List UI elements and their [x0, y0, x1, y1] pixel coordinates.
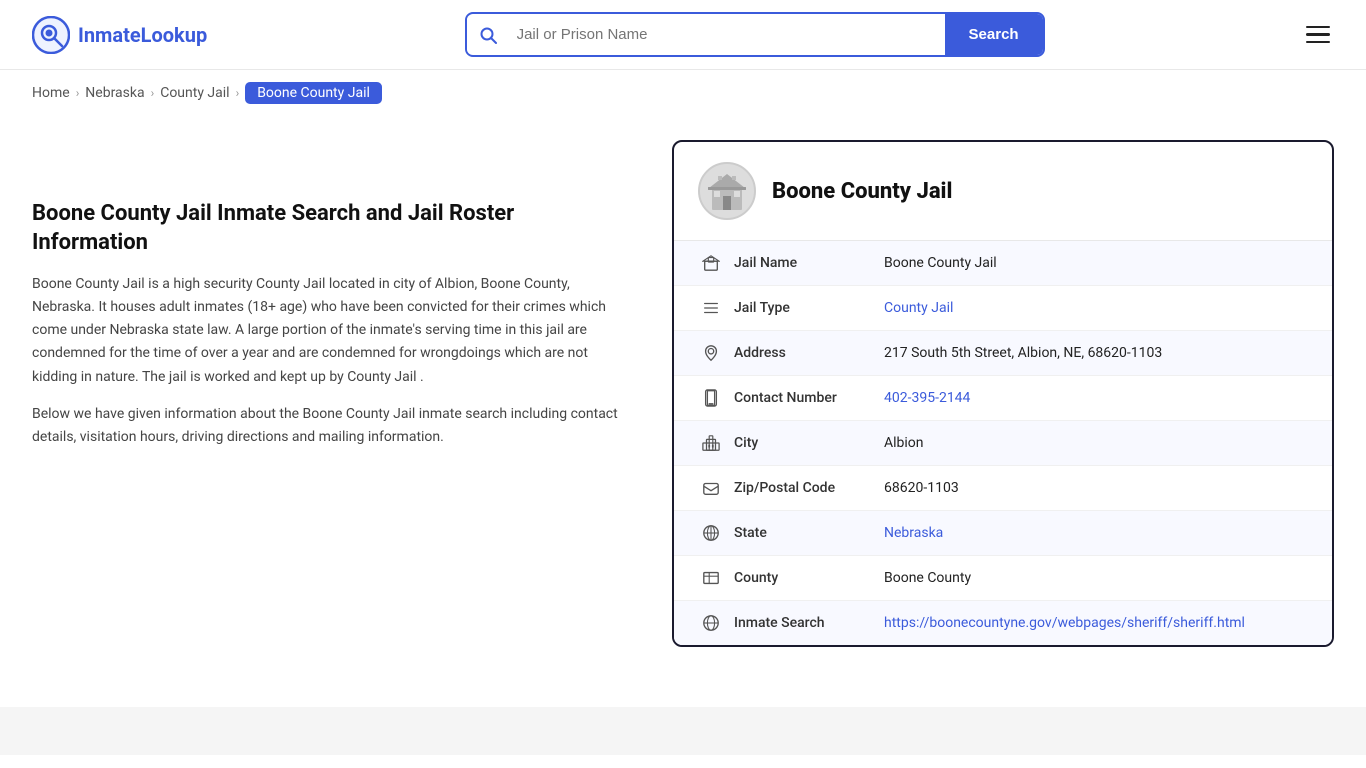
chevron-icon: ›	[76, 86, 80, 100]
row-label: Contact Number	[734, 390, 884, 406]
row-value: 68620-1103	[884, 480, 1308, 496]
search-area: Search	[465, 12, 1045, 57]
table-row: CityAlbion	[674, 421, 1332, 466]
row-label: County	[734, 570, 884, 586]
row-label: Address	[734, 345, 884, 361]
row-label: City	[734, 435, 884, 451]
table-row: Inmate Searchhttps://boonecountyne.gov/w…	[674, 601, 1332, 645]
card-title: Boone County Jail	[772, 179, 952, 204]
row-label: State	[734, 525, 884, 541]
table-row: Address217 South 5th Street, Albion, NE,…	[674, 331, 1332, 376]
table-row: Contact Number402-395-2144	[674, 376, 1332, 421]
row-value: Boone County	[884, 570, 1308, 586]
breadcrumb-home[interactable]: Home	[32, 85, 70, 101]
jail-building-icon	[704, 168, 750, 214]
description-para-2: Below we have given information about th…	[32, 403, 632, 449]
zip-icon	[698, 479, 724, 497]
county-icon	[698, 569, 724, 587]
row-value-link[interactable]: https://boonecountyne.gov/webpages/sheri…	[884, 615, 1245, 631]
globe-icon	[698, 524, 724, 542]
phone-icon	[698, 389, 724, 407]
location-icon	[698, 344, 724, 362]
breadcrumb: Home › Nebraska › County Jail › Boone Co…	[0, 70, 1366, 120]
row-label: Jail Type	[734, 300, 884, 316]
row-value: Nebraska	[884, 525, 1308, 541]
breadcrumb-current: Boone County Jail	[245, 82, 382, 104]
breadcrumb-state[interactable]: Nebraska	[85, 85, 144, 101]
list-icon	[698, 299, 724, 317]
logo-text: InmateLookup	[78, 23, 207, 47]
search-button[interactable]: Search	[945, 14, 1043, 55]
row-value: Boone County Jail	[884, 255, 1308, 271]
row-value: 217 South 5th Street, Albion, NE, 68620-…	[884, 345, 1308, 361]
table-row: CountyBoone County	[674, 556, 1332, 601]
row-label: Inmate Search	[734, 615, 884, 631]
search-wrapper: Search	[465, 12, 1045, 57]
main-content: Boone County Jail Inmate Search and Jail…	[0, 120, 1366, 687]
row-label: Zip/Postal Code	[734, 480, 884, 496]
chevron-icon: ›	[151, 86, 155, 100]
header: InmateLookup Search	[0, 0, 1366, 70]
logo-icon	[32, 16, 70, 54]
row-value-link[interactable]: 402-395-2144	[884, 390, 970, 406]
row-value-link[interactable]: County Jail	[884, 300, 953, 316]
card-header: Boone County Jail	[674, 142, 1332, 241]
row-label: Jail Name	[734, 255, 884, 271]
jail-info-card: Boone County Jail Jail NameBoone County …	[672, 140, 1334, 647]
table-row: Zip/Postal Code68620-1103	[674, 466, 1332, 511]
search-link-icon	[698, 614, 724, 632]
footer-bar	[0, 707, 1366, 755]
row-value: Albion	[884, 435, 1308, 451]
search-icon	[467, 16, 509, 54]
menu-icon[interactable]	[1302, 22, 1334, 48]
search-input[interactable]	[509, 16, 945, 53]
row-value: https://boonecountyne.gov/webpages/sheri…	[884, 615, 1308, 631]
row-value-link[interactable]: Nebraska	[884, 525, 943, 541]
jail-avatar	[698, 162, 756, 220]
building-icon	[698, 254, 724, 272]
breadcrumb-type[interactable]: County Jail	[160, 85, 229, 101]
table-row: Jail NameBoone County Jail	[674, 241, 1332, 286]
chevron-icon: ›	[236, 86, 240, 100]
left-column: Boone County Jail Inmate Search and Jail…	[32, 140, 672, 463]
table-row: Jail TypeCounty Jail	[674, 286, 1332, 331]
description-para-1: Boone County Jail is a high security Cou…	[32, 273, 632, 388]
table-row: StateNebraska	[674, 511, 1332, 556]
row-value: County Jail	[884, 300, 1308, 316]
city-icon	[698, 434, 724, 452]
logo[interactable]: InmateLookup	[32, 16, 207, 54]
row-value: 402-395-2144	[884, 390, 1308, 406]
info-table: Jail NameBoone County JailJail TypeCount…	[674, 241, 1332, 645]
page-heading: Boone County Jail Inmate Search and Jail…	[32, 200, 632, 257]
